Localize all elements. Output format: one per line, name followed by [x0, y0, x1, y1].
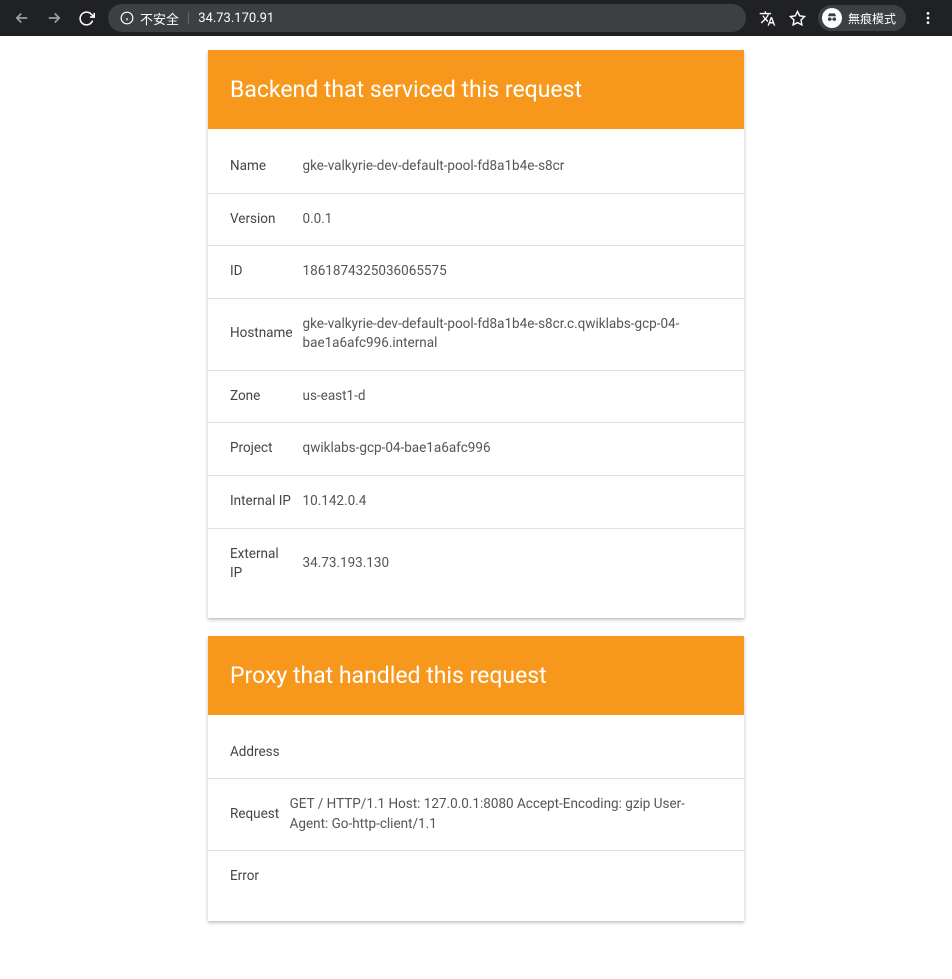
- row-value: qwiklabs-gcp-04-bae1a6afc996: [303, 423, 744, 476]
- arrow-left-icon: [13, 9, 31, 27]
- proxy-table: Address RequestGET / HTTP/1.1 Host: 127.…: [208, 727, 744, 903]
- incognito-badge[interactable]: 無痕模式: [818, 5, 906, 31]
- proxy-card: Proxy that handled this request Address …: [208, 636, 744, 921]
- reload-button[interactable]: [72, 4, 100, 32]
- security-text: 不安全: [140, 9, 179, 28]
- table-row: Internal IP10.142.0.4: [208, 475, 744, 528]
- proxy-card-body: Address RequestGET / HTTP/1.1 Host: 127.…: [208, 715, 744, 921]
- table-row: External IP34.73.193.130: [208, 528, 744, 600]
- page-content: Backend that serviced this request Nameg…: [0, 36, 952, 979]
- arrow-right-icon: [45, 9, 63, 27]
- backend-table: Namegke-valkyrie-dev-default-pool-fd8a1b…: [208, 141, 744, 600]
- translate-button[interactable]: [758, 8, 778, 28]
- browser-toolbar: 不安全 | 34.73.170.91 無痕模式: [0, 0, 952, 36]
- row-label: Zone: [208, 370, 303, 423]
- info-icon: [120, 11, 134, 25]
- url-text: 34.73.170.91: [198, 11, 274, 26]
- row-value: us-east1-d: [303, 370, 744, 423]
- row-label: Internal IP: [208, 475, 303, 528]
- table-row: Version0.0.1: [208, 193, 744, 246]
- row-label: Project: [208, 423, 303, 476]
- forward-button[interactable]: [40, 4, 68, 32]
- proxy-card-title: Proxy that handled this request: [208, 636, 744, 715]
- menu-button[interactable]: [916, 10, 940, 26]
- browser-actions: 無痕模式: [754, 5, 944, 31]
- row-label: ID: [208, 246, 303, 299]
- translate-icon: [759, 10, 776, 27]
- row-value: 0.0.1: [303, 193, 744, 246]
- table-row: Namegke-valkyrie-dev-default-pool-fd8a1b…: [208, 141, 744, 193]
- nav-buttons: [8, 4, 100, 32]
- row-label: External IP: [208, 528, 303, 600]
- backend-card-title: Backend that serviced this request: [208, 50, 744, 129]
- dots-vertical-icon: [920, 10, 936, 26]
- backend-card-body: Namegke-valkyrie-dev-default-pool-fd8a1b…: [208, 129, 744, 618]
- table-row: Error: [208, 851, 744, 903]
- row-label: Error: [208, 851, 290, 903]
- table-row: Projectqwiklabs-gcp-04-bae1a6afc996: [208, 423, 744, 476]
- table-row: RequestGET / HTTP/1.1 Host: 127.0.0.1:80…: [208, 779, 744, 851]
- row-label: Name: [208, 141, 303, 193]
- incognito-label: 無痕模式: [848, 10, 896, 27]
- row-label: Hostname: [208, 298, 303, 370]
- table-row: ID1861874325036065575: [208, 246, 744, 299]
- row-value: GET / HTTP/1.1 Host: 127.0.0.1:8080 Acce…: [290, 779, 744, 851]
- row-value: [290, 727, 744, 779]
- star-icon: [789, 10, 806, 27]
- address-bar[interactable]: 不安全 | 34.73.170.91: [108, 4, 746, 32]
- row-value: 10.142.0.4: [303, 475, 744, 528]
- incognito-icon: [822, 8, 842, 28]
- row-label: Version: [208, 193, 303, 246]
- row-value: 1861874325036065575: [303, 246, 744, 299]
- back-button[interactable]: [8, 4, 36, 32]
- row-value: [290, 851, 744, 903]
- security-badge[interactable]: 不安全: [120, 9, 179, 28]
- row-label: Request: [208, 779, 290, 851]
- reload-icon: [78, 10, 95, 27]
- row-value: gke-valkyrie-dev-default-pool-fd8a1b4e-s…: [303, 298, 744, 370]
- bookmark-button[interactable]: [788, 8, 808, 28]
- table-row: Hostnamegke-valkyrie-dev-default-pool-fd…: [208, 298, 744, 370]
- backend-card: Backend that serviced this request Nameg…: [208, 50, 744, 618]
- row-value: gke-valkyrie-dev-default-pool-fd8a1b4e-s…: [303, 141, 744, 193]
- table-row: Zoneus-east1-d: [208, 370, 744, 423]
- row-label: Address: [208, 727, 290, 779]
- table-row: Address: [208, 727, 744, 779]
- separator: |: [187, 11, 190, 26]
- row-value: 34.73.193.130: [303, 528, 744, 600]
